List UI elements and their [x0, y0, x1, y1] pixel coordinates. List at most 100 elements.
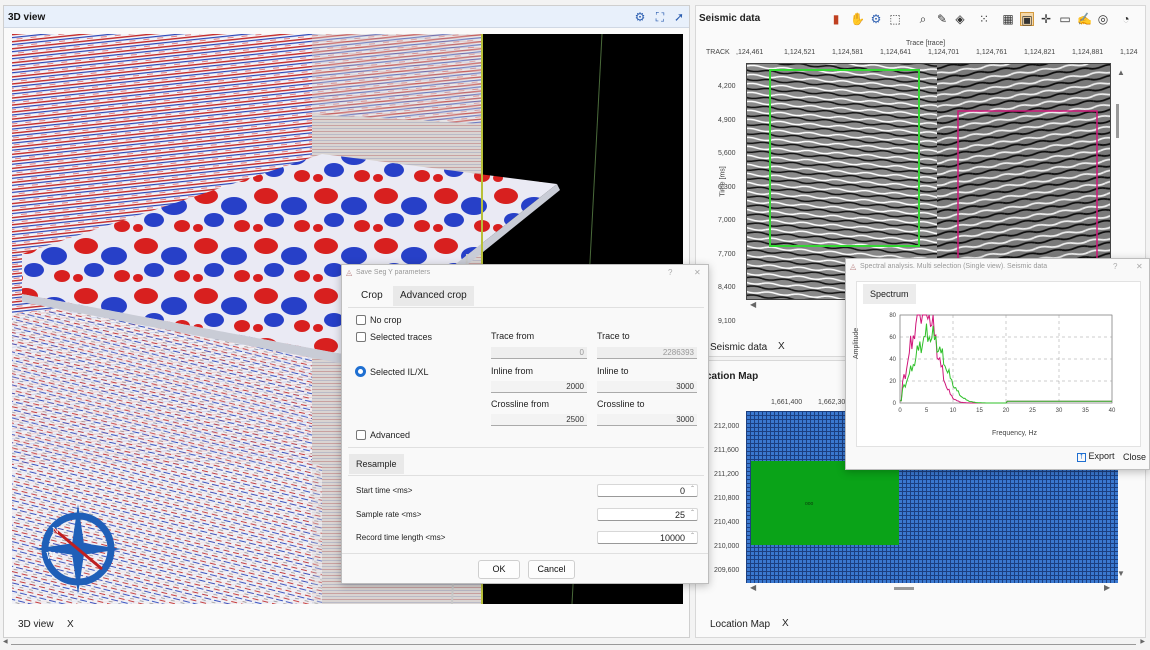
- ok-button[interactable]: OK: [478, 560, 520, 579]
- selected-traces-checkbox[interactable]: [356, 332, 366, 342]
- map-horizontal-scrollbar[interactable]: [894, 587, 914, 590]
- tab-seismic-data[interactable]: Seismic data: [710, 342, 767, 353]
- close-dialog-icon[interactable]: ✕: [694, 268, 701, 277]
- spectrum-xtick: 30: [1056, 408, 1063, 414]
- map-scroll-left-icon[interactable]: ◀: [750, 583, 756, 592]
- tab-advanced-crop[interactable]: Advanced crop: [393, 286, 474, 306]
- export-icon: ⭡: [1077, 453, 1086, 462]
- select-icon[interactable]: ⬚: [888, 12, 902, 26]
- spectrum-xtick: 25: [1029, 408, 1036, 414]
- spectrum-chart[interactable]: 0 20 40 60 80 0 5 10 15 20 25 30 35 40: [862, 307, 1118, 439]
- table-icon[interactable]: ▦: [1001, 12, 1015, 26]
- pointer-icon[interactable]: ➚: [672, 10, 686, 24]
- inline-to-field[interactable]: 3000: [597, 381, 697, 393]
- crossline-from-label: Crossline from: [491, 399, 550, 409]
- gear-icon[interactable]: ⚙: [869, 12, 883, 26]
- time-axis-label: Time [ms]: [719, 166, 727, 197]
- spectral-analysis-dialog: ◬ Spectral analysis. Multi selection (Si…: [845, 258, 1150, 470]
- time-tick-label: 4,900: [718, 116, 736, 124]
- vertical-scrollbar[interactable]: [1116, 104, 1119, 138]
- location-map-title: cation Map: [706, 371, 759, 382]
- dialog-title: Save Seg Y parameters: [356, 269, 431, 276]
- time-tick-label: 8,400: [718, 284, 736, 291]
- map-y-tick-label: 211,200: [714, 471, 739, 478]
- spectrum-ytick: 0: [893, 401, 897, 407]
- 3d-view-title: 3D view: [8, 12, 46, 23]
- section-divider: [348, 447, 704, 448]
- trace-to-label: Trace to: [597, 331, 630, 341]
- spectrum-svg: 0 20 40 60 80 0 5 10 15 20 25 30 35 40: [889, 313, 1116, 414]
- inline-from-field[interactable]: 2000: [491, 381, 587, 393]
- advanced-checkbox[interactable]: [356, 430, 366, 440]
- sample-rate-input[interactable]: 25: [597, 507, 698, 521]
- selected-ilxl-radio[interactable]: [355, 366, 366, 377]
- trace-from-field[interactable]: 0: [491, 347, 587, 359]
- record-length-label: Record time length <ms>: [356, 533, 446, 542]
- cancel-button[interactable]: Cancel: [528, 560, 575, 579]
- spectral-dialog-title: Spectral analysis. Multi selection (Sing…: [860, 263, 1048, 270]
- tab-spectrum[interactable]: Spectrum: [863, 284, 916, 304]
- 3d-view-tabbar: 3D view X: [4, 615, 689, 637]
- bottom-scrollbar[interactable]: ◀ ▶: [3, 639, 1145, 647]
- tab-3d-view[interactable]: 3D view: [18, 619, 54, 630]
- export-button[interactable]: ⭡ Export: [1077, 451, 1115, 462]
- spectrum-xtick: 0: [898, 408, 902, 414]
- comment-icon[interactable]: ▭: [1058, 12, 1072, 26]
- crosshair-icon[interactable]: ✛: [1039, 12, 1053, 26]
- trace-from-label: Trace from: [491, 331, 535, 341]
- record-length-input[interactable]: 10000: [597, 530, 698, 544]
- spectrum-xtick: 5: [925, 408, 929, 414]
- crossline-to-field[interactable]: 3000: [597, 414, 697, 426]
- scroll-left-icon[interactable]: ◀: [750, 300, 756, 309]
- gear-icon[interactable]: ⚙: [633, 10, 647, 24]
- spectrum-ytick: 60: [889, 335, 896, 341]
- spectrum-xtick: 35: [1082, 408, 1089, 414]
- tab-resample[interactable]: Resample: [349, 454, 404, 474]
- resample-divider: [348, 475, 704, 476]
- zoom-icon[interactable]: ⌕: [916, 12, 930, 26]
- advanced-label: Advanced: [370, 430, 411, 440]
- settings-circle-icon[interactable]: ◎: [1096, 12, 1110, 26]
- palette-icon[interactable]: ▮: [829, 12, 843, 26]
- layers-icon[interactable]: ◈: [953, 12, 967, 26]
- compass-w-label: W: [46, 552, 56, 562]
- time-tick-label: 9,100: [718, 317, 736, 325]
- scroll-up-icon[interactable]: ▲: [1117, 68, 1125, 77]
- close-spectral-icon[interactable]: ✕: [1136, 262, 1143, 271]
- trace-header: TRACK: [706, 49, 730, 56]
- map-scroll-down-icon[interactable]: ▼: [1117, 569, 1125, 578]
- close-tab-seismic-icon[interactable]: X: [778, 341, 785, 352]
- map-y-tick-label: 211,600: [714, 447, 739, 454]
- time-tick-label: 5,600: [718, 150, 736, 157]
- annotate-icon[interactable]: ✍: [1077, 12, 1092, 26]
- inline-to-label: Inline to: [597, 366, 629, 376]
- compass-n-label: N: [52, 526, 59, 535]
- pick-icon[interactable]: ✎: [935, 12, 949, 26]
- tab-location-map[interactable]: Location Map: [710, 619, 770, 630]
- time-tick-label: 7,000: [718, 217, 736, 224]
- help-icon[interactable]: ?: [668, 268, 672, 277]
- spectrum-ytick: 80: [889, 313, 896, 319]
- trace-tick-label: 1,124,761: [976, 49, 1008, 56]
- no-crop-label: No crop: [370, 315, 402, 325]
- export-label: Export: [1088, 451, 1115, 461]
- image-icon[interactable]: ▣: [1020, 12, 1034, 27]
- hand-icon[interactable]: ✋: [850, 12, 865, 26]
- help-icon[interactable]: ?: [1113, 262, 1117, 271]
- close-tab-3d-view-icon[interactable]: X: [67, 619, 74, 630]
- close-tab-location-map-icon[interactable]: X: [782, 618, 789, 629]
- time-tick-label: 7,700: [718, 250, 736, 258]
- no-crop-checkbox[interactable]: [356, 315, 366, 325]
- trace-to-field[interactable]: 2286393: [597, 347, 697, 359]
- frame-icon[interactable]: ⛶: [653, 10, 667, 24]
- compass-menu-icon[interactable]: ◔: [1119, 12, 1133, 26]
- grid-icon[interactable]: ⁙: [977, 12, 991, 26]
- start-time-input[interactable]: 0: [597, 483, 698, 497]
- spectrum-xtick: 20: [1003, 408, 1010, 414]
- map-scroll-right-icon[interactable]: ▶: [1104, 583, 1110, 592]
- start-time-label: Start time <ms>: [356, 486, 413, 495]
- map-box-label: ooo: [805, 501, 814, 507]
- crossline-from-field[interactable]: 2500: [491, 414, 587, 426]
- tab-crop[interactable]: Crop: [354, 286, 390, 306]
- close-button[interactable]: Close: [1123, 452, 1146, 462]
